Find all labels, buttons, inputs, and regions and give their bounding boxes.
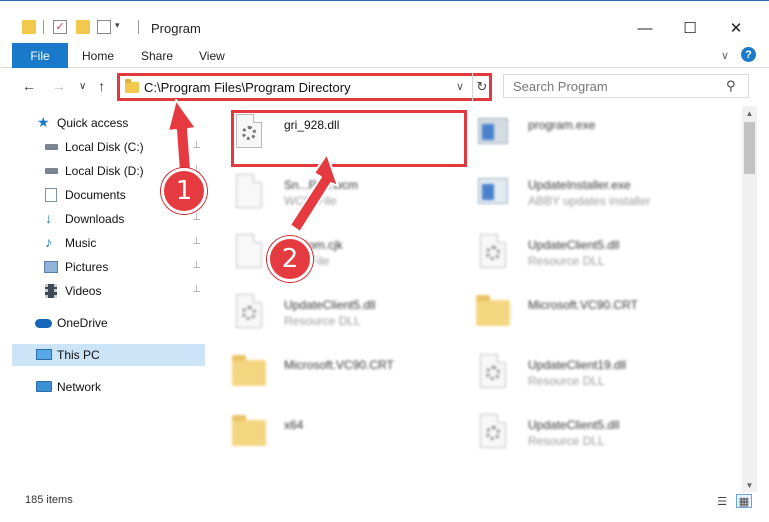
folder-item[interactable]: Microsoft.VC90.CRT: [460, 290, 700, 340]
blank-file-icon: [232, 174, 266, 214]
details-view-button[interactable]: ☰: [714, 494, 730, 508]
folder-icon: [232, 414, 266, 454]
divider: [43, 20, 44, 34]
music-icon: ♪: [45, 234, 52, 250]
file-item[interactable]: UpdateClient5.dll Resource DLL: [460, 230, 700, 280]
vertical-scrollbar[interactable]: ▲ ▼: [742, 106, 757, 492]
sidebar-item-music[interactable]: ♪ Music ⊥: [12, 232, 205, 254]
pin-icon[interactable]: ⊥: [192, 284, 201, 295]
file-item[interactable]: UpdateClient19.dll Resource DLL: [460, 350, 700, 400]
sidebar-item-videos[interactable]: Videos ⊥: [12, 280, 205, 302]
blank-file-icon: [232, 234, 266, 274]
navigation-pane: ★ Quick access Local Disk (C:) ⊥ Local D…: [12, 106, 205, 476]
folder-item[interactable]: x64: [216, 410, 456, 460]
drive-icon: [45, 144, 58, 150]
folder-item[interactable]: Microsoft.VC90.CRT: [216, 350, 456, 400]
divider: [138, 20, 139, 34]
maximize-button[interactable]: ☐: [670, 15, 710, 41]
sidebar-item-local-disk-c[interactable]: Local Disk (C:) ⊥: [12, 136, 205, 158]
search-input[interactable]: [504, 75, 719, 97]
scroll-thumb[interactable]: [744, 122, 755, 174]
minimize-button[interactable]: —: [625, 15, 665, 41]
documents-icon: [45, 188, 57, 202]
refresh-button[interactable]: ↻: [472, 73, 491, 101]
computer-icon: [36, 349, 52, 360]
large-icons-view-button[interactable]: ▦: [736, 494, 752, 508]
pin-icon[interactable]: ⊥: [192, 140, 201, 151]
sidebar-item-pictures[interactable]: Pictures ⊥: [12, 256, 205, 278]
customize-icon[interactable]: [97, 20, 111, 34]
tab-file[interactable]: File: [12, 43, 68, 68]
new-folder-icon[interactable]: [76, 20, 90, 34]
pictures-icon: [44, 261, 58, 273]
file-item-program-exe[interactable]: program.exe: [460, 110, 700, 160]
folder-icon: [125, 79, 139, 93]
scroll-up-icon[interactable]: ▲: [742, 106, 757, 120]
close-button[interactable]: ✕: [716, 15, 756, 41]
step-1-marker: 1: [161, 168, 207, 214]
dll-icon: [476, 354, 510, 394]
tab-share[interactable]: Share: [141, 49, 173, 63]
folder-icon: [22, 20, 36, 34]
file-item[interactable]: Sn...P15.wcm WCM File: [216, 170, 456, 220]
recent-locations-button[interactable]: ∨: [79, 81, 86, 92]
download-icon: ↓: [45, 210, 52, 226]
star-icon: ★: [37, 114, 50, 130]
folder-icon: [476, 294, 510, 334]
exe-icon: [476, 174, 510, 214]
expand-ribbon-icon[interactable]: ∨: [721, 49, 729, 62]
sidebar-item-quick-access[interactable]: ★ Quick access: [12, 112, 205, 134]
chevron-down-icon[interactable]: ∨: [456, 80, 464, 93]
step-2-marker: 2: [267, 236, 313, 282]
sidebar-item-this-pc[interactable]: This PC: [12, 344, 205, 366]
sidebar-item-onedrive[interactable]: OneDrive: [12, 312, 205, 334]
file-item[interactable]: UpdateClient5.dll Resource DLL: [460, 410, 700, 460]
address-path[interactable]: C:\Program Files\Program Directory: [144, 80, 351, 95]
pin-icon[interactable]: ⊥: [192, 212, 201, 223]
pin-icon[interactable]: ⊥: [192, 260, 201, 271]
dll-icon: [476, 414, 510, 454]
title-bar: ✓ ▾ Program — ☐ ✕: [0, 0, 769, 40]
file-item-updateinstaller-exe[interactable]: UpdateInstaller.exe ABBY updates install…: [460, 170, 700, 220]
file-item[interactable]: F...Kom.cjk CJK File: [216, 230, 456, 280]
exe-icon: [476, 114, 510, 154]
help-icon[interactable]: ?: [741, 47, 756, 62]
forward-button[interactable]: →: [52, 78, 66, 94]
ribbon-tabs: File Home Share View ∨ ?: [0, 40, 769, 68]
folder-icon: [232, 354, 266, 394]
tab-view[interactable]: View: [199, 49, 225, 63]
videos-icon: [45, 284, 57, 298]
dll-icon: [476, 234, 510, 274]
window-title: Program: [151, 21, 201, 36]
highlight-box: [231, 110, 467, 167]
tab-home[interactable]: Home: [82, 49, 114, 63]
item-count: 185 items: [25, 494, 73, 506]
drive-icon: [45, 168, 58, 174]
sidebar-item-network[interactable]: Network: [12, 376, 205, 398]
search-icon[interactable]: ⚲: [726, 78, 736, 94]
scroll-down-icon[interactable]: ▼: [742, 478, 757, 492]
navigation-bar: ← → ∨ ↑ C:\Program Files\Program Directo…: [0, 69, 769, 103]
status-bar: 185 items ☰ ▦: [0, 492, 769, 522]
dll-icon: [232, 294, 266, 334]
network-icon: [36, 381, 52, 392]
properties-icon[interactable]: ✓: [53, 20, 67, 34]
up-button[interactable]: ↑: [98, 78, 105, 94]
chevron-down-icon[interactable]: ▾: [115, 20, 125, 34]
back-button[interactable]: ←: [22, 78, 36, 94]
search-box[interactable]: ⚲: [503, 74, 749, 98]
cloud-icon: [35, 319, 52, 328]
pin-icon[interactable]: ⊥: [192, 236, 201, 247]
file-item[interactable]: UpdateClient5.dll Resource DLL: [216, 290, 456, 340]
address-bar[interactable]: C:\Program Files\Program Directory ∨ ↻: [117, 73, 492, 101]
